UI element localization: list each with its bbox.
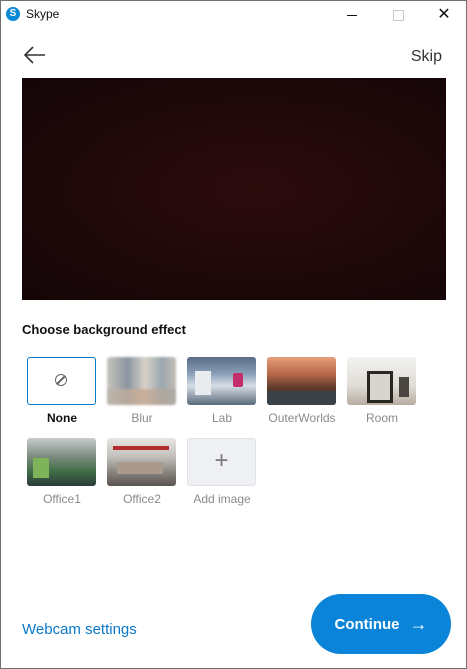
effect-label: Lab (211, 411, 233, 425)
minimize-button[interactable] (329, 1, 375, 29)
add-image-thumbnail: + (187, 438, 256, 486)
skype-logo-icon: S (6, 7, 20, 21)
skip-button[interactable]: Skip (411, 48, 442, 66)
ban-icon (55, 374, 67, 386)
effect-office1[interactable]: Office1 (27, 438, 97, 506)
add-image-button[interactable]: + Add image (187, 438, 257, 506)
effect-blur-thumbnail (107, 357, 176, 405)
arrow-right-icon: → (409, 613, 428, 634)
effect-room-thumbnail (347, 357, 416, 405)
effect-office1-thumbnail (27, 438, 96, 486)
effect-lab-thumbnail (187, 357, 256, 405)
effect-label: Blur (131, 411, 153, 425)
maximize-button[interactable] (375, 1, 421, 29)
webcam-settings-link[interactable]: Webcam settings (22, 621, 137, 638)
effect-office2[interactable]: Office2 (107, 438, 177, 506)
section-title: Choose background effect (22, 322, 186, 337)
effect-office2-thumbnail (107, 438, 176, 486)
close-icon: ✕ (437, 6, 451, 23)
effect-label: None (47, 411, 77, 425)
effect-blur[interactable]: Blur (107, 357, 177, 425)
continue-button[interactable]: Continue → (311, 594, 451, 654)
effect-room[interactable]: Room (347, 357, 417, 425)
window-title: Skype (26, 7, 60, 21)
minimize-icon (347, 15, 357, 17)
effect-lab[interactable]: Lab (187, 357, 257, 425)
effect-label: Office2 (123, 492, 161, 506)
effect-label: Office1 (43, 492, 81, 506)
effect-label: OuterWorlds (268, 411, 336, 425)
effect-label: Room (365, 411, 398, 425)
effect-outerworlds-thumbnail (267, 357, 336, 405)
effect-none[interactable]: None (27, 357, 97, 425)
maximize-icon (392, 10, 404, 22)
close-button[interactable]: ✕ (421, 1, 466, 29)
skype-window: S Skype ✕ Skip Choose background effect … (0, 0, 467, 669)
continue-label: Continue (334, 615, 400, 633)
back-arrow-icon[interactable] (23, 43, 47, 67)
title-bar: S Skype ✕ (1, 1, 466, 29)
effect-outerworlds[interactable]: OuterWorlds (267, 357, 337, 425)
effect-label: Add image (193, 492, 251, 506)
effect-none-thumbnail (27, 357, 96, 405)
camera-preview (22, 78, 446, 300)
plus-icon: + (214, 447, 229, 474)
